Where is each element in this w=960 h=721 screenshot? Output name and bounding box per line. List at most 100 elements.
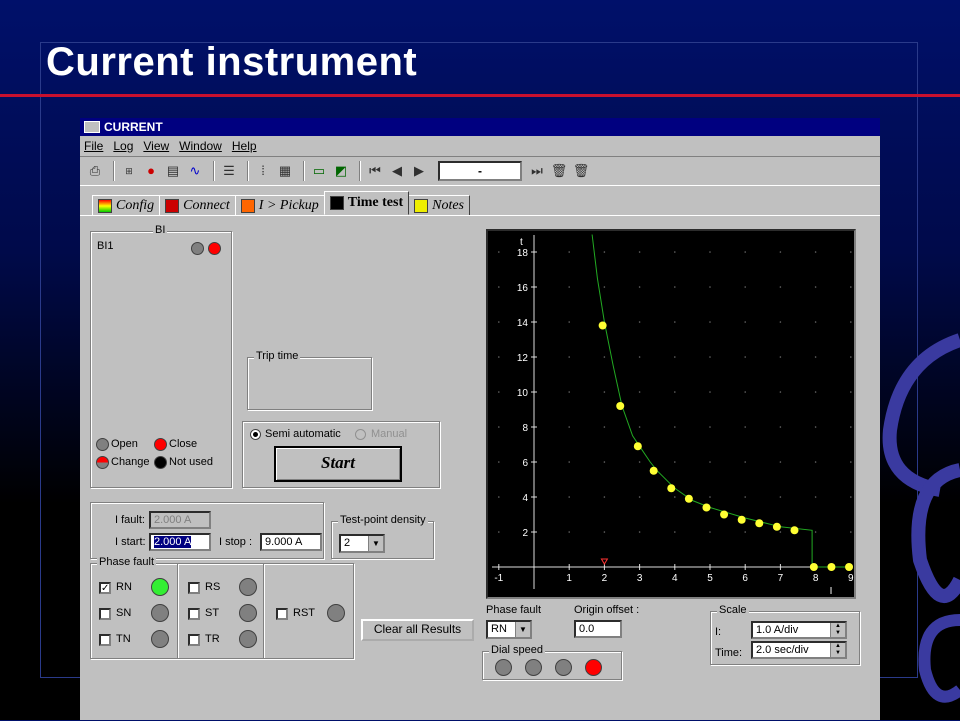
tab-connect[interactable]: Connect	[159, 195, 236, 215]
y-tick-label: 8	[522, 423, 528, 434]
bi1-led-red	[208, 242, 221, 255]
legend-close-label: Close	[169, 438, 198, 450]
grid-dot	[814, 496, 817, 498]
scale-i-field[interactable]: 1.0 A/div ▲ ▼	[751, 621, 847, 639]
phase-tr-checkbox[interactable]	[188, 634, 200, 646]
printer-setup-icon[interactable]: ▤	[164, 162, 182, 180]
grid-dot	[814, 321, 817, 323]
i-stop-field[interactable]: 9.000 A	[260, 533, 322, 551]
bi1-led-grey	[191, 242, 204, 255]
x-tick-label: 6	[742, 573, 748, 584]
phase-rn-checkbox[interactable]: ✓	[99, 582, 111, 594]
waveform-icon[interactable]: ∿	[186, 162, 204, 180]
grid-icon[interactable]: ▦	[276, 162, 294, 180]
dial-speed-led-1[interactable]	[495, 659, 512, 676]
tab-pickup[interactable]: I > Pickup	[234, 195, 325, 215]
tab-strip: Config Connect I > Pickup Time test Note…	[92, 191, 470, 215]
scale-time-label: Time:	[715, 647, 743, 659]
first-icon[interactable]: ⏮	[366, 162, 384, 180]
origin-offset-label: Origin offset :	[574, 604, 640, 616]
grid-dot	[568, 461, 570, 463]
next-icon[interactable]: ▶	[410, 162, 428, 180]
menu-log[interactable]: Log	[113, 139, 133, 153]
trip-time-label: Trip time	[254, 350, 301, 362]
grid-dot	[850, 531, 852, 533]
dial-speed-led-3[interactable]	[555, 659, 572, 676]
delete-icon[interactable]: 🗑	[550, 162, 568, 180]
clear-all-results-button[interactable]: Clear all Results	[361, 619, 474, 641]
toolbar: ⎙ ⊞ ● ▤ ∿ ☰ ⁞ ▦ ▭ ◩ ⏮ ◀ ▶ - ⏭ 🗑 🗑	[80, 157, 880, 186]
toolbar-separator	[113, 161, 115, 181]
phase-rst-checkbox[interactable]	[276, 608, 288, 620]
grid-dot	[638, 356, 641, 358]
dial-speed-led-4[interactable]	[585, 659, 602, 676]
last-icon[interactable]: ⏭	[528, 162, 546, 180]
pickup-icon	[240, 198, 255, 213]
time-current-chart[interactable]: -1 1 2 3 4 5 6 7 8 9 2 4 6 8 10 12 14 16 18 t I	[462, 229, 856, 599]
test-point	[809, 563, 818, 571]
scale-time-field[interactable]: 2.0 sec/div ▲ ▼	[751, 641, 847, 659]
phase-divider	[177, 564, 179, 658]
grid-dot	[709, 321, 711, 323]
grid-dot	[709, 496, 711, 498]
phase-sn-checkbox[interactable]	[99, 608, 111, 620]
bi-icon[interactable]: ●	[142, 162, 160, 180]
start-button[interactable]: Start	[274, 446, 402, 482]
grid-dot	[638, 251, 641, 253]
chart-phase-select[interactable]: RN ▼	[486, 620, 532, 639]
document-icon[interactable]: ▭	[310, 162, 328, 180]
bi-group-label: BI	[153, 224, 168, 236]
phase-rs-checkbox[interactable]	[188, 582, 200, 594]
tab-time-test[interactable]: Time test	[323, 191, 410, 215]
record-field[interactable]: -	[438, 161, 522, 181]
y-tick-label: 10	[517, 388, 529, 399]
grid-dot	[850, 251, 852, 253]
window-titlebar[interactable]: CURRENT	[80, 118, 880, 136]
time-test-panel: BI BI1 Open Close Change Not used Trip t…	[80, 215, 880, 721]
print-icon[interactable]: ⎙	[86, 162, 104, 180]
grid-dot	[709, 356, 711, 358]
menu-help[interactable]: Help	[232, 139, 257, 153]
test-point	[827, 563, 836, 571]
window-title: CURRENT	[104, 120, 163, 134]
toolbar-separator	[213, 161, 215, 181]
grid-dots-icon[interactable]: ⁞	[254, 162, 272, 180]
phase-tn-checkbox[interactable]	[99, 634, 111, 646]
y-tick-label: 2	[522, 528, 528, 539]
density-select[interactable]: 2 ▼	[339, 534, 385, 553]
menu-file[interactable]: File	[84, 139, 103, 153]
bi-group: BI BI1 Open Close Change Not used	[90, 224, 232, 488]
spinner-icon[interactable]: ▲ ▼	[830, 643, 845, 657]
legend-close-led	[154, 438, 167, 451]
test-point	[755, 519, 764, 528]
grid-dot	[779, 356, 782, 358]
dial-speed-led-2[interactable]	[525, 659, 542, 676]
clear-all-results-label: Clear all Results	[373, 622, 462, 636]
semi-auto-radio[interactable]	[250, 429, 261, 440]
grid-dot	[744, 251, 746, 253]
grid-dot	[709, 251, 711, 253]
origin-offset-field[interactable]: 0.0	[574, 620, 622, 638]
list-icon[interactable]: ☰	[220, 162, 238, 180]
phase-st-checkbox[interactable]	[188, 608, 200, 620]
grid-dot	[779, 426, 782, 428]
toolbar-separator	[303, 161, 305, 181]
i-start-field[interactable]: 2.000 A	[149, 533, 211, 551]
bo-icon[interactable]: ⊞	[120, 162, 138, 180]
phase-fault-label: Phase fault	[97, 556, 157, 568]
menu-window[interactable]: Window	[179, 139, 222, 153]
grid-dot	[674, 321, 676, 323]
grid-dot	[814, 391, 817, 393]
tab-notes[interactable]: Notes	[408, 195, 470, 215]
menu-view[interactable]: View	[143, 139, 169, 153]
delete-all-icon[interactable]: 🗑	[572, 162, 590, 180]
x-tick-label: 8	[813, 573, 819, 584]
grid-dot	[779, 286, 782, 288]
phase-st-label: ST	[205, 607, 220, 619]
grid-dot	[744, 321, 746, 323]
tab-config[interactable]: Config	[92, 195, 161, 215]
tab-label: Connect	[183, 197, 230, 213]
prev-icon[interactable]: ◀	[388, 162, 406, 180]
spinner-icon[interactable]: ▲ ▼	[830, 623, 845, 637]
chart-icon[interactable]: ◩	[332, 162, 350, 180]
